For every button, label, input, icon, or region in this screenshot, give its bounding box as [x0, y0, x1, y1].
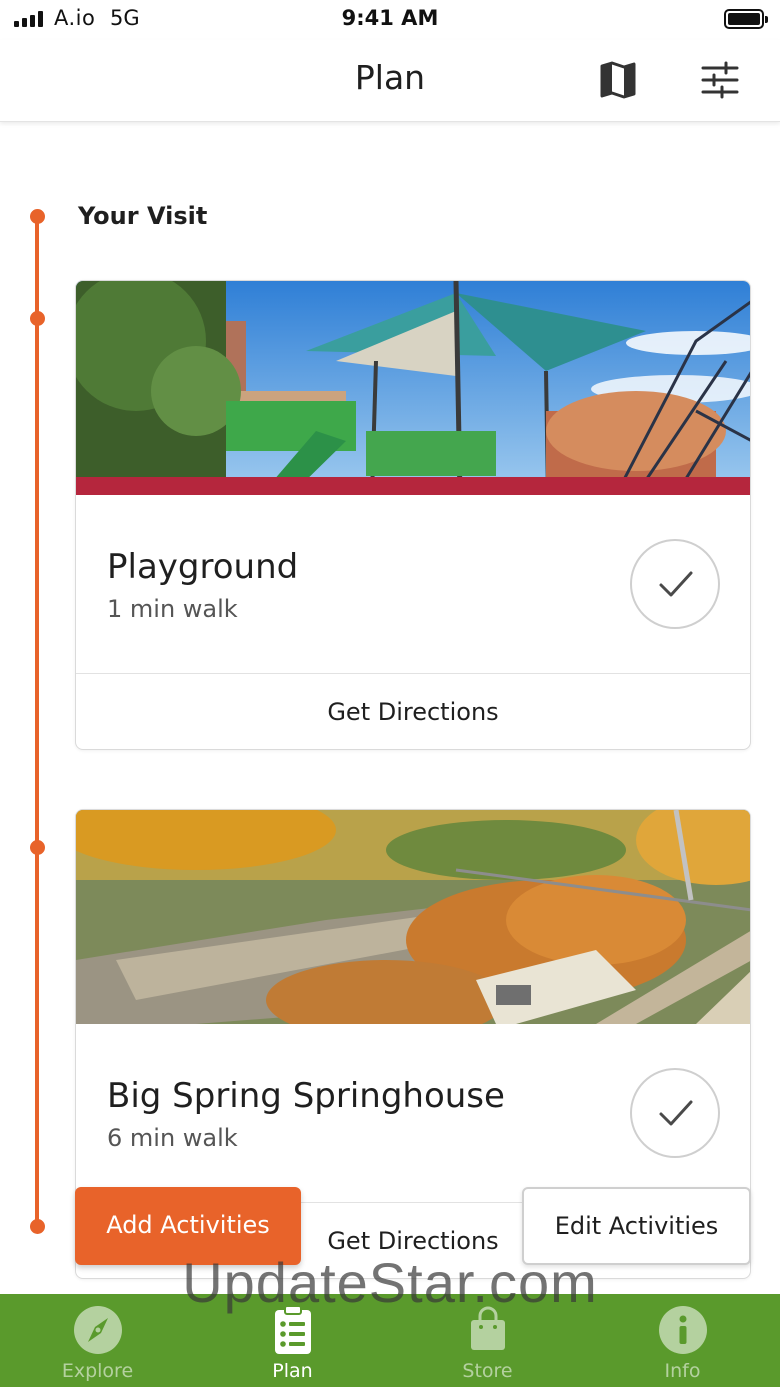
filter-sliders-icon	[701, 61, 739, 99]
complete-toggle-button[interactable]	[630, 1068, 720, 1158]
timeline-dot	[30, 311, 45, 326]
card-body: Big Spring Springhouse 6 min walk	[76, 1024, 750, 1202]
map-icon	[600, 61, 636, 99]
timeline-dot	[30, 840, 45, 855]
tab-label: Store	[462, 1360, 513, 1382]
activity-card-playground[interactable]: Playground 1 min walk Get Directions	[75, 280, 751, 750]
status-time: 9:41 AM	[341, 6, 439, 30]
timeline-dot	[30, 1219, 45, 1234]
tab-label: Info	[664, 1360, 701, 1382]
springhouse-photo	[76, 810, 750, 1024]
playground-photo	[76, 281, 750, 495]
tab-label: Explore	[61, 1360, 134, 1382]
walk-time: 1 min walk	[107, 595, 238, 623]
timeline-line	[35, 216, 39, 1228]
walk-time: 6 min walk	[107, 1124, 238, 1152]
complete-toggle-button[interactable]	[630, 539, 720, 629]
get-directions-label: Get Directions	[327, 698, 499, 726]
nav-header: Plan	[0, 40, 780, 122]
tab-label: Plan	[272, 1360, 313, 1382]
card-body: Playground 1 min walk	[76, 495, 750, 673]
battery-icon	[724, 9, 768, 29]
activity-title: Playground	[107, 547, 299, 587]
checkmark-icon	[659, 571, 693, 597]
section-title: Your Visit	[78, 202, 208, 230]
checkmark-icon	[659, 1100, 693, 1126]
map-button[interactable]	[596, 60, 640, 100]
activity-title: Big Spring Springhouse	[107, 1076, 505, 1116]
page-title: Plan	[354, 58, 426, 97]
watermark: UpdateStar.com	[182, 1251, 598, 1314]
status-bar: A.io 5G 9:41 AM	[0, 0, 780, 40]
get-directions-button[interactable]: Get Directions	[76, 673, 750, 749]
timeline-dot	[30, 209, 45, 224]
filter-button[interactable]	[698, 60, 742, 100]
